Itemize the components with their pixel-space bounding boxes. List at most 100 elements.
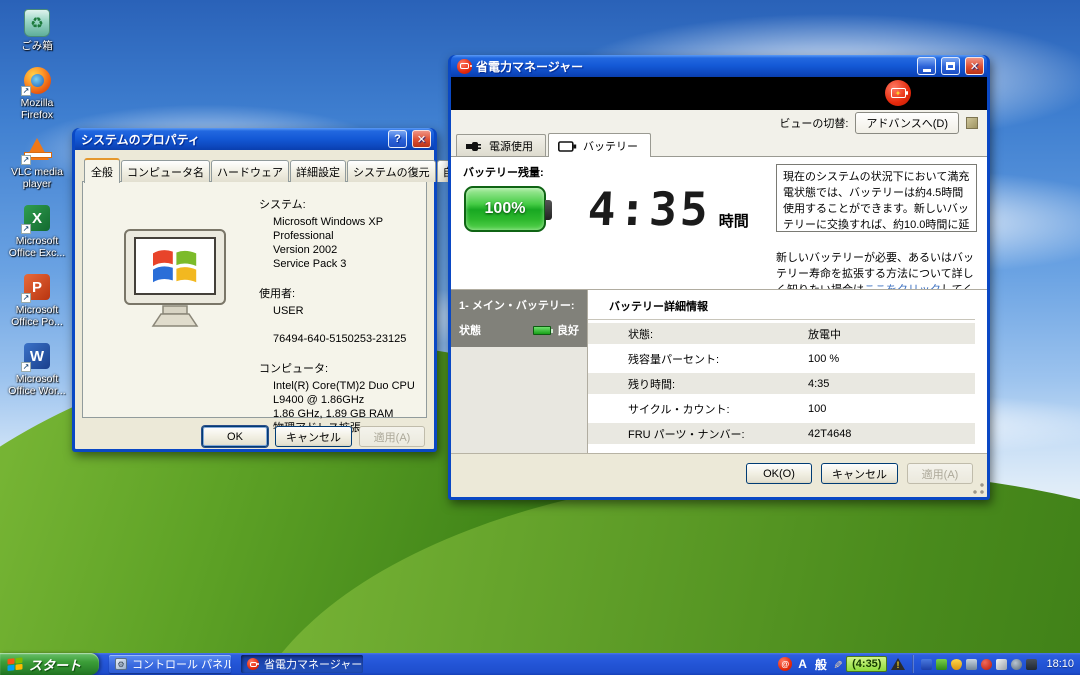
tab-label: ハードウェア: [217, 167, 283, 179]
help-icon: ?: [394, 133, 401, 145]
ok-button[interactable]: OK: [202, 426, 268, 447]
tray-display-icon[interactable]: [1026, 659, 1037, 670]
button-label: アドバンスへ(D): [866, 118, 948, 130]
desktop-icon-label: ごみ箱: [21, 40, 53, 52]
details-header: バッテリー詳細情報: [588, 296, 975, 320]
power-manager-logo-icon: ✦: [885, 80, 911, 106]
tab-power-usage[interactable]: 電源使用: [456, 134, 546, 157]
tab-advanced[interactable]: 詳細設定: [290, 160, 346, 182]
row-label: 状態:: [628, 326, 808, 342]
computer-line: Intel(R) Core(TM)2 Duo CPU: [273, 379, 418, 393]
button-label: キャンセル: [286, 429, 341, 445]
power-manager-window: 省電力マネージャー ✕ ✦ ビューの切替: アドバンスへ(D): [448, 55, 990, 500]
start-button[interactable]: スタート: [0, 653, 99, 675]
button-label: OK(O): [763, 468, 795, 480]
system-line: Version 2002: [273, 243, 418, 257]
cancel-button[interactable]: キャンセル: [821, 463, 898, 484]
ok-button[interactable]: OK(O): [746, 463, 812, 484]
taskbar: スタート ⚙ コントロール パネル 省電力マネージャー @ A 般 ✎ (4:3…: [0, 653, 1080, 675]
advanced-view-button[interactable]: アドバンスへ(D): [855, 112, 959, 134]
user-name: USER: [273, 304, 418, 318]
tab-label: システムの復元: [353, 167, 430, 179]
control-panel-icon: ⚙: [115, 658, 127, 670]
resize-grip[interactable]: [972, 482, 985, 495]
taskbar-item-control-panel[interactable]: ⚙ コントロール パネル: [109, 655, 231, 673]
power-manager-body: ✦ ビューの切替: アドバンスへ(D) 電源使用: [451, 77, 987, 497]
button-label: キャンセル: [832, 466, 887, 482]
computer-line: L9400 @ 1.86GHz: [273, 393, 418, 407]
help-icon[interactable]: [966, 117, 978, 129]
tray-update-icon[interactable]: [1011, 659, 1022, 670]
tray-wrench-icon[interactable]: [996, 659, 1007, 670]
table-row: 残り時間: 4:35: [588, 373, 975, 394]
ime-language-icon[interactable]: @: [778, 657, 792, 671]
battery-estimate-text: 現在のシステムの状況下において満充電状態では、バッテリーは約4.5時間使用するこ…: [776, 164, 977, 232]
status-label: 状態: [459, 322, 527, 338]
taskbar-clock[interactable]: 18:10: [1046, 658, 1074, 670]
recycle-bin-icon: ♻: [24, 9, 50, 37]
system-logo-area: [91, 196, 259, 409]
power-manager-titlebar[interactable]: 省電力マネージャー ✕: [451, 55, 987, 77]
row-value: 4:35: [808, 378, 829, 390]
tray-network-icon[interactable]: [966, 659, 977, 670]
tab-label: コンピュータ名: [127, 167, 204, 179]
tray-green-utility-icon[interactable]: [936, 659, 947, 670]
user-group-label: 使用者:: [259, 285, 418, 301]
apply-button: 適用(A): [907, 463, 973, 484]
ime-tools-pen-icon[interactable]: ✎: [831, 659, 844, 668]
desktop-icon-recycle-bin[interactable]: ♻ ごみ箱: [4, 8, 70, 52]
row-value: 42T4648: [808, 428, 851, 440]
close-icon: ✕: [417, 133, 426, 146]
warning-triangle-icon[interactable]: [891, 658, 905, 670]
window-title: 省電力マネージャー: [476, 58, 912, 75]
minimize-button[interactable]: [917, 57, 936, 75]
desktop-icon-excel[interactable]: X↗ Microsoft Office Exc...: [4, 203, 70, 259]
taskbar-item-power-manager[interactable]: 省電力マネージャー: [241, 655, 363, 673]
desktop-icon-firefox[interactable]: ↗ Mozilla Firefox: [4, 65, 70, 121]
battery-icon: [558, 141, 577, 152]
ime-input-mode[interactable]: A: [796, 657, 809, 671]
start-label: スタート: [29, 655, 81, 674]
tab-general[interactable]: 全般: [84, 158, 120, 183]
cancel-button[interactable]: キャンセル: [275, 426, 352, 447]
battery-details-table: バッテリー詳細情報 状態: 放電中 残容量パーセント: 100 % 残り時間: …: [588, 290, 987, 453]
power-manager-tabstrip: 電源使用 バッテリー: [451, 136, 987, 157]
close-button[interactable]: ✕: [412, 130, 431, 148]
battery-tab-page: バッテリー残量: 100% 4:35 時間 現在のシステムの状況下において満充電…: [451, 157, 987, 289]
row-value: 100: [808, 403, 826, 415]
system-properties-titlebar[interactable]: システムのプロパティ ? ✕: [75, 128, 434, 150]
tray-battery-meter-icon[interactable]: [921, 659, 932, 670]
tray-antivirus-icon[interactable]: [981, 659, 992, 670]
tab-computer-name[interactable]: コンピュータ名: [121, 160, 210, 182]
tab-battery[interactable]: バッテリー: [548, 133, 651, 157]
tab-label: バッテリー: [583, 138, 638, 154]
desktop-icon-vlc[interactable]: ↗ VLC media player: [4, 134, 70, 190]
system-line: Microsoft Windows XP: [273, 215, 418, 229]
system-properties-tabstrip: 全般 コンピュータ名 ハードウェア 詳細設定 システムの復元 自動更新 リモート: [82, 157, 427, 182]
maximize-icon: [946, 62, 955, 70]
close-button[interactable]: ✕: [965, 57, 984, 75]
taskbar-item-label: コントロール パネル: [132, 656, 231, 672]
tray-separator: [912, 655, 914, 673]
row-label: 残容量パーセント:: [628, 351, 808, 367]
tab-label: 詳細設定: [296, 167, 340, 179]
desktop-icon-label: VLC media player: [4, 166, 70, 190]
main-battery-title: 1- メイン・バッテリー:: [459, 297, 579, 313]
tab-label: 電源使用: [489, 138, 533, 154]
desktop-icon-word[interactable]: W↗ Microsoft Office Wor...: [4, 341, 70, 397]
tab-system-restore[interactable]: システムの復元: [347, 160, 436, 182]
battery-details-section: 1- メイン・バッテリー: 状態 良好 バッテリー詳細情報 状態: 放電中: [451, 289, 987, 453]
tray-security-shield-icon[interactable]: [951, 659, 962, 670]
system-info: システム: Microsoft Windows XP Professional …: [259, 196, 418, 409]
battery-time-badge[interactable]: (4:35): [846, 656, 887, 672]
main-battery-header[interactable]: 1- メイン・バッテリー: 状態 良好: [451, 290, 587, 347]
tab-hardware[interactable]: ハードウェア: [211, 160, 289, 182]
system-properties-body: 全般 コンピュータ名 ハードウェア 詳細設定 システムの復元 自動更新 リモート: [75, 150, 434, 449]
desktop-icon-label: Mozilla Firefox: [4, 97, 70, 121]
ime-conversion-mode[interactable]: 般: [813, 656, 829, 673]
battery-gauge-icon: 100%: [464, 186, 546, 232]
maximize-button[interactable]: [941, 57, 960, 75]
desktop-icon-powerpoint[interactable]: P↗ Microsoft Office Po...: [4, 272, 70, 328]
desktop-screen: ♻ ごみ箱 ↗ Mozilla Firefox ↗ VLC media play…: [0, 0, 1080, 675]
help-button[interactable]: ?: [388, 130, 407, 148]
